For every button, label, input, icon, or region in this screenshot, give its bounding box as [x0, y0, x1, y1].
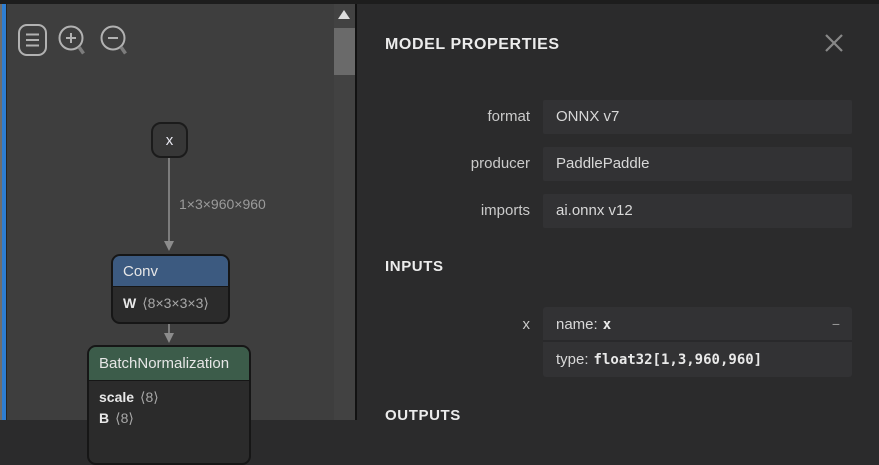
graph-node-batchnormalization[interactable]: BatchNormalization scale ⟨8⟩ B ⟨8⟩ — [87, 345, 251, 465]
input-name-line: − name: x — [543, 307, 852, 342]
input-name-value: x — [603, 317, 611, 333]
close-panel-button[interactable] — [820, 29, 848, 57]
graph-canvas[interactable]: x 1×3×960×960 Conv W ⟨8×3×3×3⟩ BatchNorma… — [7, 0, 334, 420]
batchnorm-node-body: scale ⟨8⟩ B ⟨8⟩ — [89, 381, 249, 437]
input-item-box: − name: x type: float32[1,3,960,960] — [543, 307, 852, 377]
inputs-section-heading: INPUTS — [385, 258, 444, 275]
property-row-producer: producer PaddlePaddle — [357, 147, 852, 181]
input-type-label: type: — [556, 351, 589, 368]
param-shape: ⟨8⟩ — [115, 410, 134, 426]
panel-title: MODEL PROPERTIES — [385, 36, 560, 54]
property-value-imports: ai.onnx v12 — [543, 194, 852, 228]
batchnorm-node-title: BatchNormalization — [99, 355, 229, 372]
param-name: B — [99, 410, 109, 426]
batchnorm-node-header: BatchNormalization — [89, 347, 249, 381]
window-edge-line — [6, 0, 7, 420]
conv-node-body: W ⟨8×3×3×3⟩ — [113, 287, 228, 322]
input-node-label: x — [166, 132, 174, 149]
conv-node-title: Conv — [123, 263, 158, 280]
menu-button[interactable] — [17, 22, 49, 57]
scrollbar-thumb[interactable] — [334, 28, 355, 75]
batchnorm-param-b: B ⟨8⟩ — [99, 408, 239, 429]
property-label: imports — [357, 194, 530, 228]
graph-node-input-x[interactable]: x — [151, 122, 188, 158]
property-row-imports: imports ai.onnx v12 — [357, 194, 852, 228]
conv-node-header: Conv — [113, 256, 228, 287]
model-properties-panel: MODEL PROPERTIES format ONNX v7 producer… — [357, 0, 879, 420]
input-item-label: x — [357, 307, 530, 342]
zoom-in-icon — [57, 22, 91, 57]
zoom-in-button[interactable] — [57, 22, 91, 57]
zoom-out-button[interactable] — [99, 22, 133, 57]
property-label: format — [357, 100, 530, 134]
property-value-producer: PaddlePaddle — [543, 147, 852, 181]
outputs-section-heading: OUTPUTS — [385, 407, 461, 424]
close-icon — [820, 29, 848, 57]
property-label: producer — [357, 147, 530, 181]
graph-toolbar — [17, 22, 141, 57]
scrollbar-up-arrow-icon[interactable] — [338, 10, 350, 19]
conv-param-w: W ⟨8×3×3×3⟩ — [123, 293, 218, 314]
param-shape: ⟨8×3×3×3⟩ — [142, 295, 209, 311]
edge-shape-label: 1×3×960×960 — [179, 196, 266, 212]
input-type-line: type: float32[1,3,960,960] — [543, 342, 852, 377]
graph-scrollbar[interactable] — [334, 0, 355, 420]
zoom-out-icon — [99, 22, 133, 57]
graph-node-conv[interactable]: Conv W ⟨8×3×3×3⟩ — [111, 254, 230, 324]
input-item-row-x: x − name: x type: float32[1,3,960,960] — [357, 307, 852, 377]
window-top-edge — [0, 0, 879, 4]
param-shape: ⟨8⟩ — [140, 389, 159, 405]
input-type-value: float32[1,3,960,960] — [594, 352, 763, 368]
param-name: W — [123, 295, 136, 311]
property-value-format: ONNX v7 — [543, 100, 852, 134]
menu-icon — [17, 22, 49, 57]
param-name: scale — [99, 389, 134, 405]
input-name-label: name: — [556, 316, 598, 333]
property-row-format: format ONNX v7 — [357, 100, 852, 134]
batchnorm-param-scale: scale ⟨8⟩ — [99, 387, 239, 408]
collapse-toggle[interactable]: − — [832, 307, 840, 342]
netron-app: { "colors": { "graph_background": "#3e3e… — [0, 0, 879, 420]
panel-divider — [355, 0, 357, 420]
